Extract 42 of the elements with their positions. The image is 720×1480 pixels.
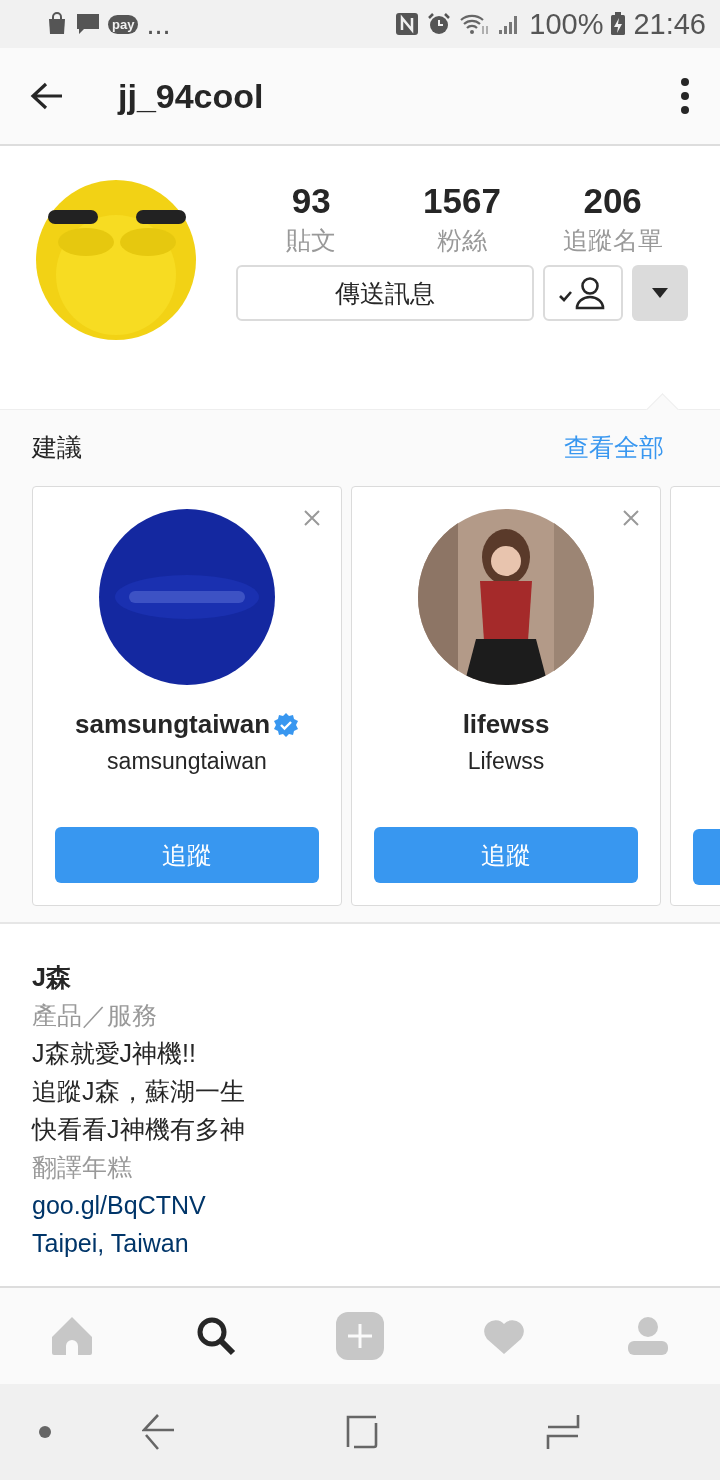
search-icon[interactable] — [196, 1316, 236, 1356]
alarm-icon — [427, 12, 452, 36]
stat-count: 93 — [291, 180, 331, 222]
battery-percent: 100% — [529, 7, 604, 41]
stat-count: 206 — [583, 180, 642, 222]
stat-count: 1567 — [423, 180, 501, 222]
profile-name: J森 — [32, 962, 71, 993]
stat-label: 貼文 — [286, 225, 337, 256]
username-title: jj_94cool — [118, 76, 265, 116]
suggestions-toggle-button[interactable] — [632, 265, 688, 321]
suggested-full-name: Lifewss — [467, 748, 545, 775]
close-icon[interactable] — [622, 509, 640, 527]
recent-apps-icon[interactable] — [344, 1415, 378, 1449]
nfc-icon — [395, 12, 420, 36]
close-icon[interactable] — [303, 509, 321, 527]
shopping-bag-icon — [46, 12, 68, 36]
bio-line: 追蹤J森，蘇湖一生 — [32, 1076, 245, 1107]
suggested-full-name: samsungtaiwan — [107, 748, 267, 775]
caret-down-icon — [652, 288, 668, 298]
profile-category: 產品／服務 — [32, 1000, 157, 1031]
bio-line: J森就愛J神機!! — [32, 1038, 196, 1069]
more-notifications: ... — [146, 7, 171, 41]
back-icon[interactable] — [142, 1414, 176, 1450]
suggested-username[interactable]: samsungtaiwan — [74, 709, 271, 740]
clock: 21:46 — [633, 7, 706, 41]
back-arrow-icon[interactable] — [30, 81, 64, 111]
bio-line: 快看看J神機有多神 — [32, 1114, 245, 1145]
website-link[interactable]: goo.gl/BqCTNV — [32, 1188, 206, 1222]
stat-label: 追蹤名單 — [562, 225, 663, 256]
location-link[interactable]: Taipei, Taiwan — [32, 1226, 189, 1260]
dot-icon[interactable] — [38, 1425, 52, 1439]
message-icon — [76, 12, 100, 36]
switch-apps-icon[interactable] — [546, 1414, 580, 1450]
suggested-username[interactable]: lifewss — [462, 709, 550, 740]
following-button[interactable] — [543, 265, 623, 321]
more-options-icon[interactable] — [680, 77, 690, 115]
battery-charging-icon — [611, 12, 626, 36]
suggestions-heading: 建議 — [32, 431, 82, 463]
stat-label: 粉絲 — [437, 225, 487, 256]
send-message-button[interactable]: 傳送訊息 — [236, 265, 534, 321]
wifi-icon — [459, 12, 490, 36]
pay-icon: pay — [108, 14, 139, 34]
